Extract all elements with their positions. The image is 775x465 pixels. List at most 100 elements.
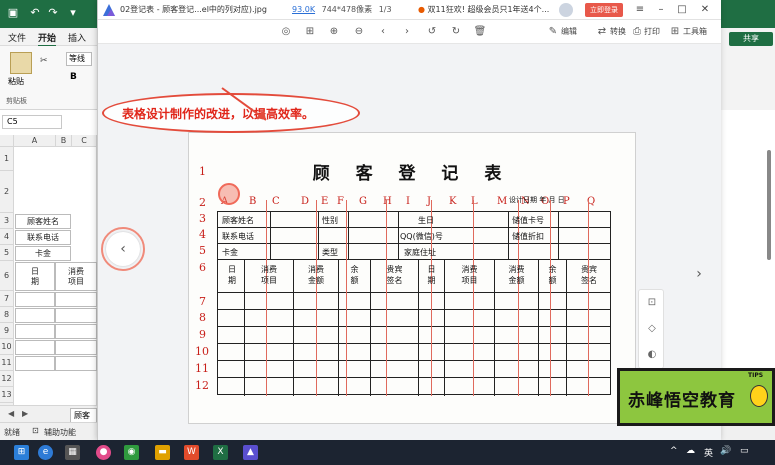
cell-empty[interactable]: [15, 292, 55, 307]
row-header[interactable]: 10: [0, 339, 14, 355]
edge-icon[interactable]: e: [38, 445, 53, 460]
col-header-b[interactable]: B: [56, 135, 72, 147]
row-header[interactable]: 9: [0, 323, 14, 339]
next-image-button[interactable]: ›: [688, 263, 710, 285]
promo-banner[interactable]: ● 双11狂欢! 超级会员只1年送4个...: [418, 4, 549, 15]
actual-size-icon[interactable]: ⊞: [303, 25, 317, 39]
row-header[interactable]: 3: [0, 213, 14, 229]
row-header[interactable]: 7: [0, 291, 14, 307]
corner-cell[interactable]: [0, 135, 14, 147]
row-header[interactable]: 4: [0, 229, 14, 245]
paste-icon[interactable]: [10, 52, 32, 74]
file-explorer-icon[interactable]: ▬: [155, 445, 170, 460]
chevron-right-icon[interactable]: ›: [400, 25, 414, 39]
toolbox-icon[interactable]: ⊞: [668, 25, 682, 39]
cell-empty[interactable]: [55, 292, 97, 307]
tab-insert[interactable]: 插入: [68, 31, 86, 44]
previous-image-button[interactable]: ‹: [106, 232, 140, 266]
rotate-left-icon[interactable]: ↺: [425, 25, 439, 39]
cell-empty[interactable]: [15, 308, 55, 323]
mouse-mode-icon[interactable]: ◎: [279, 25, 293, 39]
name-box[interactable]: C5: [2, 115, 62, 129]
print-icon[interactable]: ⎙: [630, 25, 644, 39]
login-button[interactable]: 立即登录: [585, 3, 623, 17]
app-icon[interactable]: ●: [96, 445, 111, 460]
customize-icon[interactable]: ▾: [66, 6, 80, 20]
maximize-icon[interactable]: □: [675, 3, 689, 17]
avatar[interactable]: [559, 3, 573, 17]
sheet-nav-prev-icon[interactable]: ◀: [8, 409, 14, 418]
cell-empty[interactable]: [55, 356, 97, 371]
rotate-right-icon[interactable]: ↻: [449, 25, 463, 39]
excel-icon[interactable]: X: [213, 445, 228, 460]
convert-icon[interactable]: ⇄: [595, 25, 609, 39]
cell-customer-name[interactable]: 顾客姓名: [15, 214, 71, 229]
row-header[interactable]: 11: [0, 355, 14, 371]
cloud-icon[interactable]: ☁: [686, 446, 695, 456]
paste-button[interactable]: 粘贴: [8, 76, 24, 87]
save-icon[interactable]: ▣: [6, 6, 20, 20]
cell-empty[interactable]: [55, 324, 97, 339]
chevron-left-icon[interactable]: ‹: [376, 25, 390, 39]
bold-button[interactable]: B: [70, 72, 77, 82]
notification-icon[interactable]: ▭: [740, 446, 749, 456]
menu-icon[interactable]: ≡: [633, 3, 647, 17]
status-accessibility[interactable]: 辅助功能: [44, 427, 76, 438]
app-icon[interactable]: ◉: [124, 445, 139, 460]
cell-empty[interactable]: [15, 324, 55, 339]
tab-file[interactable]: 文件: [8, 31, 26, 44]
cut-icon[interactable]: ✂: [40, 56, 48, 66]
image-viewer-icon[interactable]: ▲: [243, 445, 258, 460]
screen: ▣ ↶ ↷ ▾ 文件 开始 插入 粘贴 ✂ 剪贴板 等线 B 共享 C5 A B…: [0, 0, 775, 465]
ime-indicator[interactable]: 英: [704, 446, 713, 459]
row-header[interactable]: 13: [0, 387, 14, 403]
accessibility-icon[interactable]: ⊡: [32, 426, 39, 435]
row-header[interactable]: 2: [0, 171, 14, 213]
convert-button[interactable]: 转换: [610, 26, 626, 37]
edit-button[interactable]: 编辑: [561, 26, 577, 37]
label-gender: 性别: [322, 216, 338, 225]
row-header[interactable]: 8: [0, 307, 14, 323]
cell-empty[interactable]: [55, 308, 97, 323]
row-header[interactable]: 5: [0, 245, 14, 261]
zoom-in-icon[interactable]: ⊕: [327, 25, 341, 39]
vertical-scrollbar[interactable]: [766, 120, 772, 410]
share-button[interactable]: 共享: [729, 32, 773, 46]
row-header[interactable]: 6: [0, 261, 14, 291]
sheet-nav-next-icon[interactable]: ▶: [22, 409, 28, 418]
compare-icon[interactable]: ◐: [645, 348, 659, 362]
delete-icon[interactable]: 🗑: [473, 25, 487, 39]
print-button[interactable]: 打印: [644, 26, 660, 37]
scrollbar-thumb[interactable]: [767, 150, 771, 260]
calculator-icon[interactable]: ▦: [65, 445, 80, 460]
crop-icon[interactable]: ⊡: [645, 296, 659, 310]
promo-banner-text[interactable]: 双11狂欢! 超级会员只1年送4个...: [428, 5, 550, 14]
zoom-out-icon[interactable]: ⊖: [352, 25, 366, 39]
cell-date-header[interactable]: 日 期: [15, 262, 55, 291]
wps-icon[interactable]: W: [184, 445, 199, 460]
cell-card[interactable]: 卡金: [15, 246, 71, 261]
cell-empty[interactable]: [55, 340, 97, 355]
row-header[interactable]: 12: [0, 371, 14, 387]
undo-icon[interactable]: ↶: [28, 6, 42, 20]
toolbox-button[interactable]: 工具箱: [683, 26, 707, 37]
cell-phone[interactable]: 联系电话: [15, 230, 71, 245]
row-number: 10: [195, 345, 209, 358]
cell-empty[interactable]: [15, 340, 55, 355]
eraser-icon[interactable]: ◇: [645, 322, 659, 336]
tab-home[interactable]: 开始: [38, 31, 57, 47]
tray-chevron-icon[interactable]: ^: [670, 446, 678, 456]
row-header[interactable]: 1: [0, 147, 14, 171]
cell-spend-item[interactable]: 消费 项目: [55, 262, 97, 291]
edit-icon[interactable]: ✎: [546, 25, 560, 39]
col-header-c[interactable]: C: [72, 135, 97, 147]
cell-empty[interactable]: [15, 356, 55, 371]
col-header-a[interactable]: A: [14, 135, 56, 147]
font-name-select[interactable]: 等线: [66, 52, 92, 66]
close-icon[interactable]: ✕: [698, 3, 712, 17]
minimize-icon[interactable]: –: [654, 3, 668, 17]
redo-icon[interactable]: ↷: [46, 6, 60, 20]
file-size[interactable]: 93.0K: [292, 5, 315, 14]
windows-start-icon[interactable]: ⊞: [14, 445, 29, 460]
volume-icon[interactable]: 🔊: [720, 446, 731, 456]
